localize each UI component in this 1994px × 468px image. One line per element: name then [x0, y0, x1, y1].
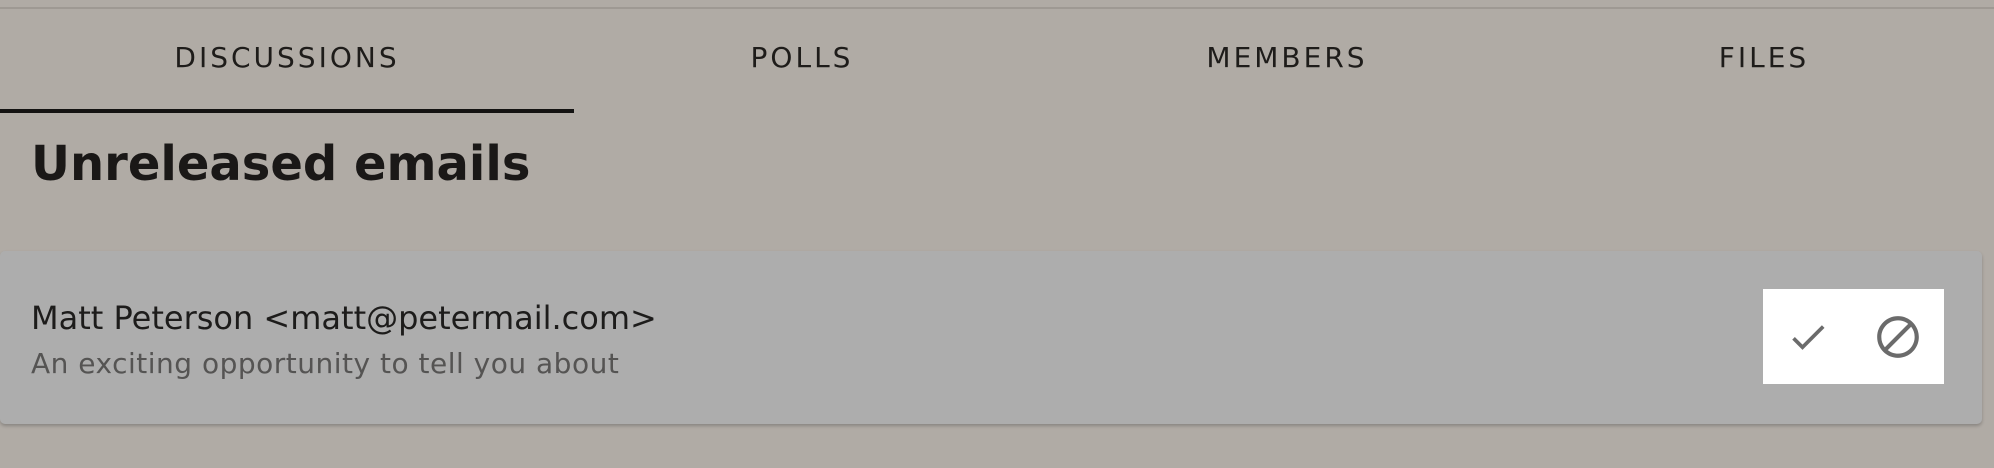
tab-label: DISCUSSIONS [174, 40, 400, 74]
section-title: Unreleased emails [31, 136, 531, 192]
email-actions [1763, 289, 1944, 384]
tab-discussions[interactable]: DISCUSSIONS [0, 9, 574, 105]
block-icon [1877, 315, 1919, 358]
tab-members[interactable]: MEMBERS [1030, 9, 1544, 105]
tab-bar: DISCUSSIONS POLLS MEMBERS FILES [0, 9, 1994, 113]
approve-email-button[interactable] [1763, 289, 1853, 384]
tab-polls[interactable]: POLLS [574, 9, 1030, 105]
email-list-item[interactable]: Matt Peterson <matt@petermail.com> An ex… [0, 251, 1982, 424]
email-subject: An exciting opportunity to tell you abou… [31, 347, 620, 380]
tab-label: FILES [1718, 40, 1810, 74]
email-sender: Matt Peterson <matt@petermail.com> [31, 299, 657, 337]
tab-label: MEMBERS [1206, 40, 1368, 74]
tab-label: POLLS [750, 40, 854, 74]
check-icon [1792, 324, 1825, 350]
active-tab-indicator [0, 109, 574, 113]
reject-email-button[interactable] [1853, 289, 1943, 384]
tab-files[interactable]: FILES [1544, 9, 1984, 105]
